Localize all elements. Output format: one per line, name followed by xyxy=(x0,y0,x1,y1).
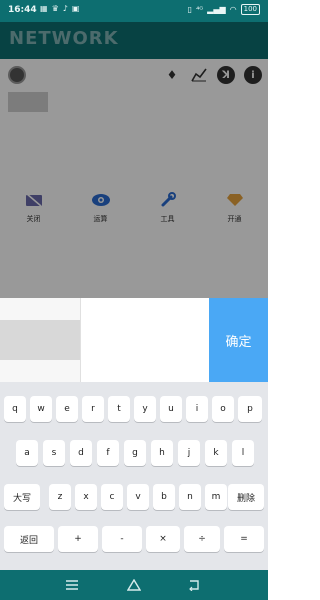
key-q[interactable]: q xyxy=(4,396,26,422)
keyboard-row-2: a s d f g h j k l xyxy=(0,440,268,466)
menu-icon[interactable] xyxy=(64,577,80,593)
key-multiply[interactable]: × xyxy=(146,526,180,552)
key-x[interactable]: x xyxy=(75,484,97,510)
key-delete[interactable]: 删除 xyxy=(228,484,264,510)
back-icon[interactable] xyxy=(186,577,202,593)
key-divide[interactable]: ÷ xyxy=(184,526,220,552)
key-s[interactable]: s xyxy=(43,440,65,466)
key-caps[interactable]: 大写 xyxy=(4,484,40,510)
nfc-icon: ▯ xyxy=(187,5,193,14)
key-equals[interactable]: = xyxy=(224,526,264,552)
key-l[interactable]: l xyxy=(232,440,254,466)
number-input[interactable] xyxy=(81,298,209,382)
keyboard-row-3: 大写 z x c v b n m 删除 xyxy=(0,484,268,510)
key-k[interactable]: k xyxy=(205,440,227,466)
modal-overlay[interactable] xyxy=(0,22,268,298)
key-p[interactable]: p xyxy=(238,396,262,422)
key-o[interactable]: o xyxy=(212,396,234,422)
key-d[interactable]: d xyxy=(70,440,92,466)
key-t[interactable]: t xyxy=(108,396,130,422)
key-h[interactable]: h xyxy=(151,440,173,466)
status-left-icons: ▦ ♛ ♪ ▣ xyxy=(40,4,79,13)
blurred-preview xyxy=(0,320,80,360)
key-g[interactable]: g xyxy=(124,440,146,466)
key-b[interactable]: b xyxy=(153,484,175,510)
key-n[interactable]: n xyxy=(179,484,201,510)
status-right-icons: ▯ ⁴ᴳ ▂▄▆ ◠ 100 xyxy=(188,4,260,15)
signal-bars-icon: ▂▄▆ xyxy=(207,5,226,14)
key-r[interactable]: r xyxy=(82,396,104,422)
key-u[interactable]: u xyxy=(160,396,182,422)
app-icon: ▣ xyxy=(71,4,80,13)
keyboard-row-4: 返回 + - × ÷ = xyxy=(0,526,268,552)
key-i[interactable]: i xyxy=(186,396,208,422)
key-e[interactable]: e xyxy=(56,396,78,422)
keyboard-row-1: q w e r t y u i o p xyxy=(0,396,268,422)
custom-keyboard: q w e r t y u i o p a s d f g h j k l 大写… xyxy=(0,382,268,570)
notification-icon: ▦ xyxy=(40,4,48,13)
crown-icon: ♛ xyxy=(51,4,59,13)
key-w[interactable]: w xyxy=(30,396,52,422)
confirm-button[interactable]: 确定 xyxy=(209,298,268,382)
tiktok-icon: ♪ xyxy=(62,4,68,13)
system-nav-bar xyxy=(0,570,268,600)
status-bar: 16:44 ▦ ♛ ♪ ▣ ▯ ⁴ᴳ ▂▄▆ ◠ 100 xyxy=(0,0,268,22)
key-c[interactable]: c xyxy=(101,484,123,510)
key-f[interactable]: f xyxy=(97,440,119,466)
key-m[interactable]: m xyxy=(205,484,227,510)
key-a[interactable]: a xyxy=(16,440,38,466)
key-j[interactable]: j xyxy=(178,440,200,466)
signal-4g-icon: ⁴ᴳ xyxy=(196,5,204,14)
key-return[interactable]: 返回 xyxy=(4,526,54,552)
status-time: 16:44 xyxy=(8,5,37,15)
key-minus[interactable]: - xyxy=(102,526,142,552)
key-v[interactable]: v xyxy=(127,484,149,510)
battery-indicator: 100 xyxy=(240,4,260,15)
wifi-icon: ◠ xyxy=(229,5,237,14)
input-row: 确定 xyxy=(0,298,268,382)
key-z[interactable]: z xyxy=(49,484,71,510)
home-icon[interactable] xyxy=(126,577,142,593)
key-plus[interactable]: + xyxy=(58,526,98,552)
key-y[interactable]: y xyxy=(134,396,156,422)
